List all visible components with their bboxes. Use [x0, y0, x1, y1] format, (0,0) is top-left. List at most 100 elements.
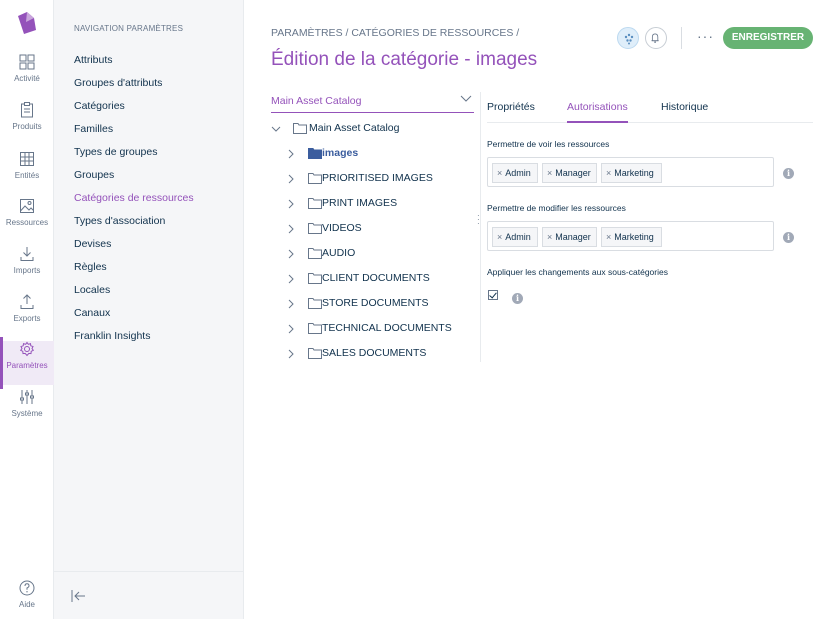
settings-nav-item-channels[interactable]: Canaux: [74, 305, 194, 328]
tree-node-client-documents[interactable]: CLIENT DOCUMENTS: [286, 270, 471, 288]
apply-children-checkbox[interactable]: [488, 290, 498, 300]
clipboard-icon: [21, 102, 33, 118]
tree-node-store-documents[interactable]: STORE DOCUMENTS: [286, 295, 471, 313]
tree-root-selector-value: Main Asset Catalog: [271, 95, 362, 107]
chevron-right-icon[interactable]: [286, 174, 296, 184]
permission-tag[interactable]: × Marketing: [601, 227, 662, 247]
folder-icon: [308, 198, 322, 209]
nav-help[interactable]: Aide: [0, 580, 54, 619]
save-button[interactable]: ENREGISTRER: [723, 27, 813, 49]
nav-system[interactable]: Système: [0, 389, 54, 433]
page-title: Édition de la catégorie - images: [271, 49, 538, 70]
folder-icon: [308, 273, 322, 284]
chevron-right-icon[interactable]: [286, 149, 296, 159]
user-avatar[interactable]: [617, 27, 639, 49]
info-icon[interactable]: i: [512, 293, 523, 304]
permission-tag-label: Admin: [505, 232, 531, 242]
tree-node-sales-documents[interactable]: SALES DOCUMENTS: [286, 345, 471, 363]
nav-help-label: Aide: [18, 600, 35, 609]
settings-nav-item-franklin-insights[interactable]: Franklin Insights: [74, 328, 194, 351]
permission-tag[interactable]: × Manager: [542, 227, 597, 247]
settings-nav-item-association-types[interactable]: Types d'association: [74, 213, 194, 236]
remove-tag-icon[interactable]: ×: [547, 168, 552, 178]
import-icon: [20, 247, 34, 261]
settings-nav-item-locales[interactable]: Locales: [74, 282, 194, 305]
permission-tag[interactable]: × Manager: [542, 163, 597, 183]
tree-node-images[interactable]: images: [286, 145, 471, 163]
folder-icon: [308, 323, 322, 334]
chevron-right-icon[interactable]: [286, 349, 296, 359]
chevron-right-icon[interactable]: [286, 249, 296, 259]
nav-assets[interactable]: Ressources: [0, 198, 54, 242]
folder-icon: [308, 173, 322, 184]
settings-nav-item-groups[interactable]: Groupes: [74, 167, 194, 190]
permission-tag[interactable]: × Admin: [492, 163, 538, 183]
remove-tag-icon[interactable]: ×: [497, 168, 502, 178]
resize-handle-icon[interactable]: · · ·: [477, 212, 483, 228]
folder-icon: [308, 298, 322, 309]
remove-tag-icon[interactable]: ×: [606, 168, 611, 178]
header-separator: [681, 27, 682, 49]
tab-history[interactable]: Historique: [661, 101, 708, 123]
export-icon: [20, 294, 34, 309]
tree-node-print-images[interactable]: PRINT IMAGES: [286, 195, 471, 213]
tree-node-label: STORE DOCUMENTS: [322, 297, 429, 309]
nav-imports[interactable]: Imports: [0, 246, 54, 290]
chevron-right-icon[interactable]: [286, 199, 296, 209]
nav-products[interactable]: Produits: [0, 102, 54, 146]
chevron-right-icon[interactable]: [286, 224, 296, 234]
nav-settings[interactable]: Paramètres: [0, 337, 54, 389]
edit-permission-input[interactable]: × Admin × Manager × Marketing: [487, 221, 774, 251]
settings-nav-item-attribute-groups[interactable]: Groupes d'attributs: [74, 75, 194, 98]
permission-tag-label: Admin: [505, 168, 531, 178]
tab-permissions[interactable]: Autorisations: [567, 101, 628, 123]
tree-node-label: CLIENT DOCUMENTS: [322, 272, 430, 284]
dashboard-icon: [19, 54, 35, 70]
grid-icon: [20, 152, 34, 166]
settings-nav-item-asset-categories[interactable]: Catégories de ressources: [74, 190, 194, 213]
tree-node-prioritised-images[interactable]: PRIORITISED IMAGES: [286, 170, 471, 188]
nav-exports[interactable]: Exports: [0, 294, 54, 338]
tab-properties[interactable]: Propriétés: [487, 101, 535, 123]
tree-node-videos[interactable]: VIDEOS: [286, 220, 471, 238]
permission-tag[interactable]: × Admin: [492, 227, 538, 247]
folder-icon: [308, 348, 322, 359]
nav-exports-label: Exports: [13, 314, 41, 323]
chevron-down-icon[interactable]: [271, 124, 281, 134]
main-navigation: Activité Produits Entités Ressources Imp…: [0, 0, 54, 619]
chevron-right-icon[interactable]: [286, 274, 296, 284]
settings-nav-item-categories[interactable]: Catégories: [74, 98, 194, 121]
remove-tag-icon[interactable]: ×: [497, 232, 502, 242]
info-icon[interactable]: i: [783, 168, 794, 179]
breadcrumb[interactable]: PARAMÈTRES / CATÉGORIES DE RESSOURCES /: [271, 27, 519, 39]
remove-tag-icon[interactable]: ×: [606, 232, 611, 242]
more-actions-button[interactable]: ···: [697, 28, 714, 44]
tree-node-root[interactable]: Main Asset Catalog: [271, 120, 471, 138]
settings-navigation: NAVIGATION PARAMÈTRES Attributs Groupes …: [54, 0, 244, 619]
settings-nav-item-rules[interactable]: Règles: [74, 259, 194, 282]
nav-activity-label: Activité: [14, 74, 40, 83]
chevron-right-icon[interactable]: [286, 299, 296, 309]
tree-node-technical-documents[interactable]: TECHNICAL DOCUMENTS: [286, 320, 471, 338]
permission-tag-label: Marketing: [614, 232, 654, 242]
folder-icon: [308, 148, 322, 159]
notifications-button[interactable]: [645, 27, 667, 49]
tree-node-audio[interactable]: AUDIO: [286, 245, 471, 263]
settings-nav-item-currencies[interactable]: Devises: [74, 236, 194, 259]
tree-root-selector[interactable]: Main Asset Catalog: [271, 91, 474, 113]
chevron-right-icon[interactable]: [286, 324, 296, 334]
settings-nav-item-families[interactable]: Familles: [74, 121, 194, 144]
collapse-panel-icon[interactable]: [70, 588, 86, 604]
nav-activity[interactable]: Activité: [0, 54, 54, 98]
tree-node-label: Main Asset Catalog: [309, 122, 400, 134]
panel-splitter[interactable]: [480, 92, 481, 362]
info-icon[interactable]: i: [783, 232, 794, 243]
nav-entities[interactable]: Entités: [0, 151, 54, 195]
nav-imports-label: Imports: [13, 266, 41, 275]
view-permission-input[interactable]: × Admin × Manager × Marketing: [487, 157, 774, 187]
akeneo-logo-icon[interactable]: [14, 10, 40, 36]
settings-nav-item-group-types[interactable]: Types de groupes: [74, 144, 194, 167]
remove-tag-icon[interactable]: ×: [547, 232, 552, 242]
permission-tag[interactable]: × Marketing: [601, 163, 662, 183]
settings-nav-item-attributes[interactable]: Attributs: [74, 52, 194, 75]
